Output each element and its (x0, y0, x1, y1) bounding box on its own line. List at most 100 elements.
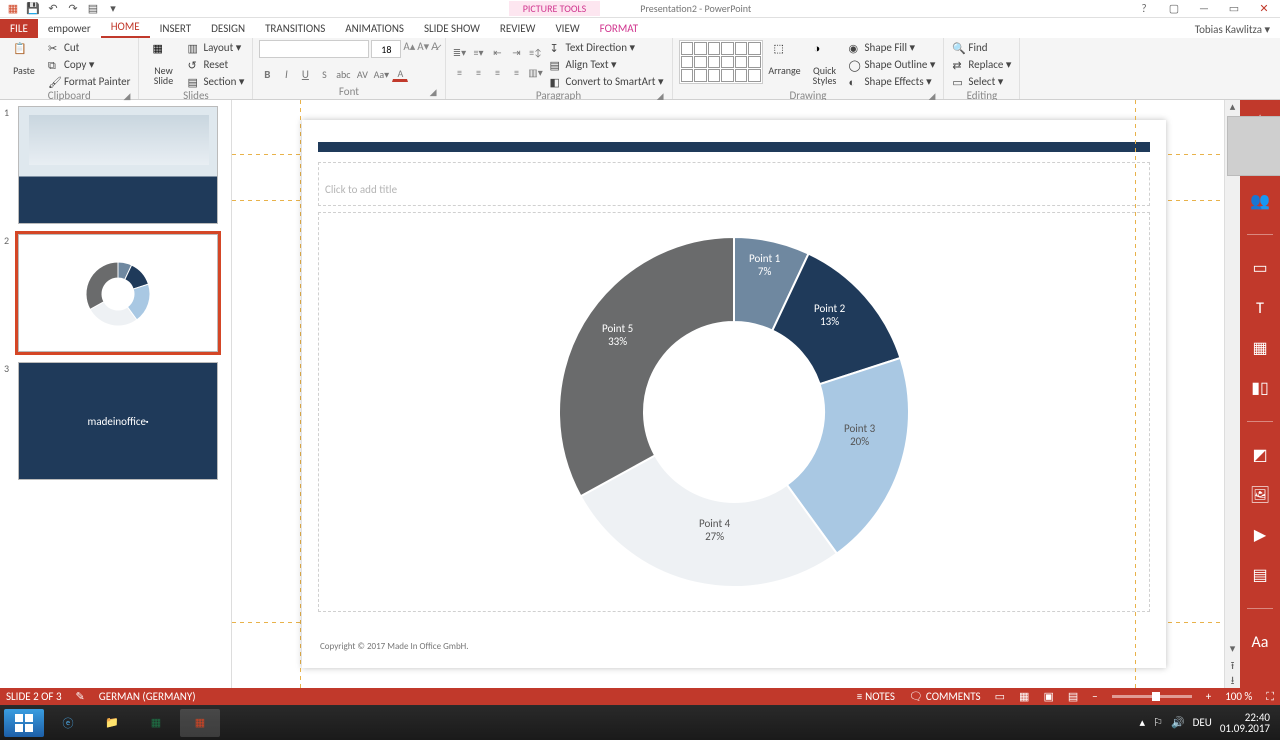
paste-button[interactable]: 📋 Paste (6, 40, 42, 76)
rail-master-icon[interactable]: ▤ (1249, 564, 1271, 586)
clipboard-dialog-launcher-icon[interactable]: ◢ (124, 91, 131, 102)
increase-indent-icon[interactable]: ⇥ (509, 44, 525, 60)
rail-image-icon[interactable]: 🖼 (1249, 484, 1271, 506)
slideshow-icon[interactable]: ▤ (86, 2, 100, 16)
font-size-combo[interactable] (371, 40, 401, 58)
tab-design[interactable]: DESIGN (201, 19, 255, 38)
grow-font-icon[interactable]: A▴ (403, 40, 415, 58)
slideshow-view-icon[interactable]: ▤ (1068, 690, 1078, 703)
new-slide-button[interactable]: ▦ New Slide (145, 40, 181, 86)
text-direction-button[interactable]: ↧Text Direction ▾ (548, 40, 666, 55)
redo-icon[interactable]: ↷ (66, 2, 80, 16)
tab-insert[interactable]: INSERT (150, 19, 202, 38)
sorter-view-icon[interactable]: ▦ (1019, 690, 1029, 703)
slide-thumb-2[interactable] (18, 234, 218, 352)
shape-fill-button[interactable]: ◉Shape Fill ▾ (847, 40, 938, 55)
reset-button[interactable]: ↺Reset (185, 57, 246, 72)
scroll-down-icon[interactable]: ▾ (1225, 642, 1240, 658)
reading-view-icon[interactable]: ▣ (1043, 690, 1053, 703)
font-dialog-launcher-icon[interactable]: ◢ (430, 87, 437, 98)
start-button[interactable] (4, 709, 44, 737)
close-button[interactable]: ✕ (1254, 2, 1274, 15)
rail-people-icon[interactable]: 👥 (1249, 190, 1271, 212)
tab-format[interactable]: FORMAT (590, 19, 648, 38)
qat-customize-icon[interactable]: ▾ (106, 2, 120, 16)
convert-smartart-button[interactable]: ◧Convert to SmartArt ▾ (548, 74, 666, 89)
clear-formatting-icon[interactable]: A̷ (431, 40, 438, 58)
shrink-font-icon[interactable]: A▾ (417, 40, 429, 58)
tray-action-center-icon[interactable]: ⚐ (1153, 716, 1163, 729)
line-spacing-icon[interactable]: ≡↕ (528, 44, 544, 60)
tray-volume-icon[interactable]: 🔊 (1171, 716, 1185, 729)
decrease-indent-icon[interactable]: ⇤ (490, 44, 506, 60)
rail-slides-icon[interactable]: ▭ (1249, 257, 1271, 279)
italic-icon[interactable]: I (278, 66, 294, 82)
tray-date[interactable]: 01.09.2017 (1220, 723, 1270, 734)
rail-chart-icon[interactable]: ▮▯ (1249, 377, 1271, 399)
strikethrough-icon[interactable]: abc (335, 66, 351, 82)
arrange-button[interactable]: ⬚Arrange (767, 40, 803, 76)
undo-icon[interactable]: ↶ (46, 2, 60, 16)
underline-icon[interactable]: U (297, 66, 313, 82)
rail-video-icon[interactable]: ▶ (1249, 524, 1271, 546)
scrollbar-thumb[interactable] (1227, 116, 1280, 176)
tray-chevron-icon[interactable]: ▴ (1140, 716, 1146, 729)
replace-button[interactable]: ⇄Replace ▾ (950, 57, 1013, 72)
copy-button[interactable]: ⧉Copy ▾ (46, 57, 132, 72)
rail-table-icon[interactable]: ▦ (1249, 337, 1271, 359)
next-slide-icon[interactable]: ⭳ (1225, 672, 1240, 688)
change-case-icon[interactable]: Aa▾ (373, 66, 389, 82)
char-spacing-icon[interactable]: AV (354, 66, 370, 82)
restore-button[interactable]: ▭ (1224, 2, 1244, 15)
tab-review[interactable]: REVIEW (490, 19, 546, 38)
zoom-in-icon[interactable]: + (1206, 690, 1211, 703)
slide-thumb-1[interactable] (18, 106, 218, 224)
tray-time[interactable]: 22:40 (1220, 712, 1270, 723)
tray-lang[interactable]: DEU (1193, 716, 1212, 729)
tab-slideshow[interactable]: SLIDE SHOW (414, 19, 490, 38)
save-icon[interactable]: 💾 (26, 2, 40, 16)
vertical-scrollbar[interactable]: ▴ ▾ ⭱ ⭳ (1224, 100, 1240, 688)
font-family-combo[interactable] (259, 40, 369, 58)
taskbar-ie-icon[interactable]: ⓔ (48, 709, 88, 737)
prev-slide-icon[interactable]: ⭱ (1225, 657, 1240, 673)
format-painter-button[interactable]: 🖌Format Painter (46, 74, 132, 89)
rail-icons-icon[interactable]: ◩ (1249, 444, 1271, 466)
zoom-out-icon[interactable]: − (1092, 690, 1097, 703)
zoom-slider[interactable] (1112, 695, 1192, 698)
title-placeholder[interactable]: Click to add title (318, 162, 1150, 206)
tab-animations[interactable]: ANIMATIONS (335, 19, 414, 38)
taskbar-powerpoint-icon[interactable]: ▦ (180, 709, 220, 737)
justify-icon[interactable]: ≡ (509, 64, 525, 80)
chart-placeholder[interactable]: Point 17%Point 213%Point 320%Point 427%P… (318, 212, 1150, 612)
tab-transitions[interactable]: TRANSITIONS (255, 19, 335, 38)
slide-thumb-3[interactable]: madeinoffice▪ (18, 362, 218, 480)
quick-styles-button[interactable]: ◑Quick Styles (807, 40, 843, 86)
slide-canvas[interactable]: Click to add title Point 17%Point 213%Po… (302, 120, 1166, 668)
shape-effects-button[interactable]: ◐Shape Effects ▾ (847, 74, 938, 89)
comments-button[interactable]: 🗨 COMMENTS (909, 690, 981, 703)
slide-thumbnails-panel[interactable]: 1 2 3 madeinoffice▪ (0, 100, 232, 688)
language-indicator[interactable]: GERMAN (GERMANY) (99, 690, 196, 703)
numbering-icon[interactable]: ≡▾ (471, 44, 487, 60)
slide-editing-area[interactable]: Click to add title Point 17%Point 213%Po… (232, 100, 1224, 688)
align-center-icon[interactable]: ≡ (471, 64, 487, 80)
normal-view-icon[interactable]: ▭ (995, 690, 1005, 703)
scroll-up-icon[interactable]: ▴ (1225, 100, 1240, 116)
bullets-icon[interactable]: ≣▾ (452, 44, 468, 60)
select-button[interactable]: ▭Select ▾ (950, 74, 1013, 89)
zoom-percent[interactable]: 100 % (1225, 690, 1252, 703)
tab-view[interactable]: VIEW (545, 19, 589, 38)
section-button[interactable]: ▤Section ▾ (185, 74, 246, 89)
shadow-icon[interactable]: S (316, 66, 332, 82)
bold-icon[interactable]: B (259, 66, 275, 82)
rail-font-icon[interactable]: Aa (1249, 631, 1271, 653)
rail-text-icon[interactable]: T (1249, 297, 1271, 319)
taskbar-explorer-icon[interactable]: 📁 (92, 709, 132, 737)
shape-outline-button[interactable]: ◯Shape Outline ▾ (847, 57, 938, 72)
account-menu[interactable]: Tobias Kawlitza ▾ (1185, 21, 1280, 38)
align-text-button[interactable]: ▤Align Text ▾ (548, 57, 666, 72)
align-right-icon[interactable]: ≡ (490, 64, 506, 80)
find-button[interactable]: 🔍Find (950, 40, 1013, 55)
tab-empower[interactable]: empower (38, 19, 101, 38)
